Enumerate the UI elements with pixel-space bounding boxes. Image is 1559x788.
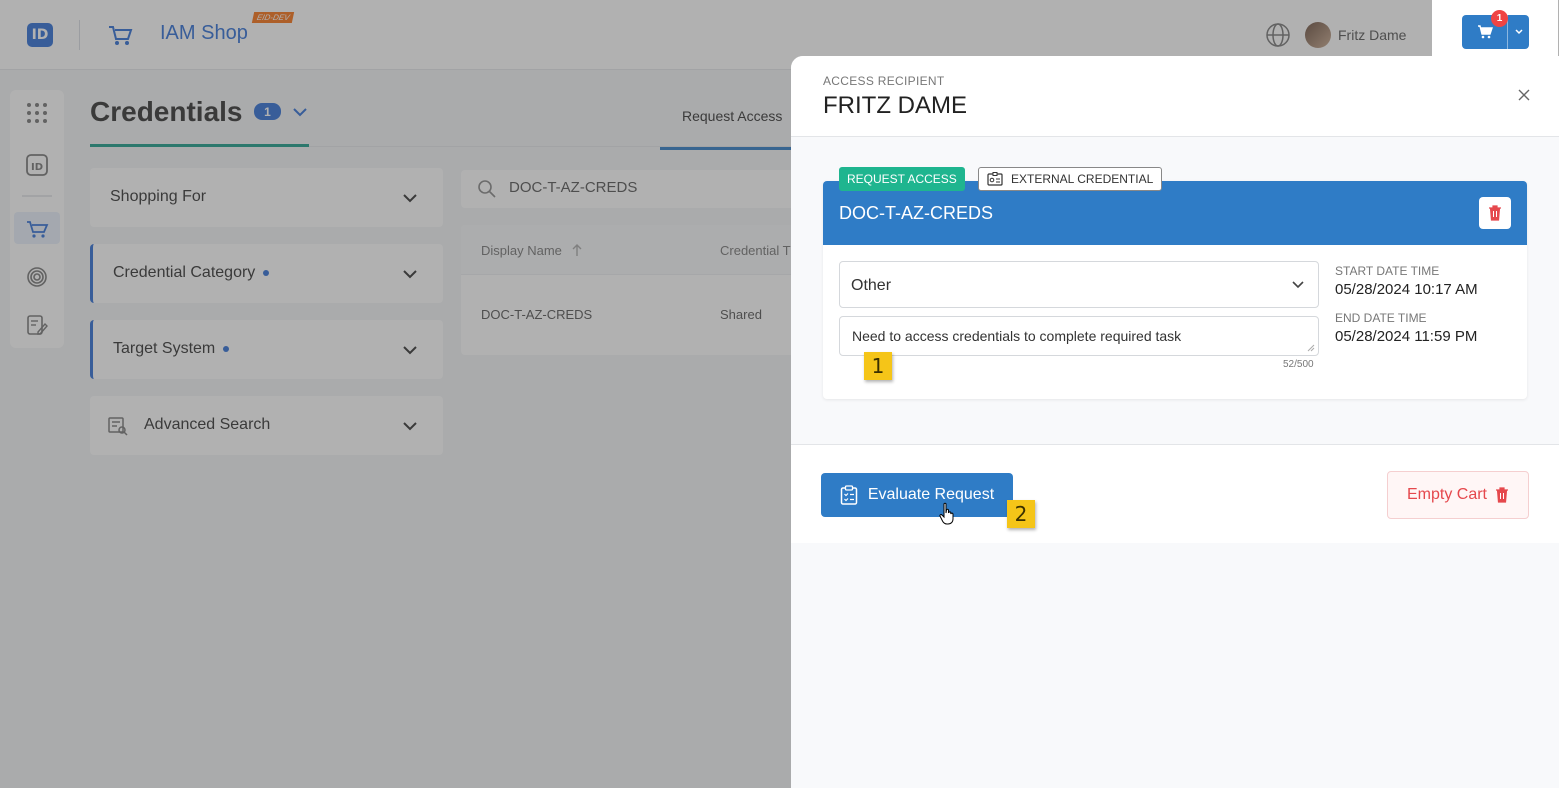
close-button[interactable] — [1515, 86, 1533, 104]
evaluate-request-label: Evaluate Request — [867, 486, 995, 503]
hand-cursor-icon — [939, 502, 954, 525]
trash-icon — [1489, 205, 1501, 221]
reason-selected-value: Other — [851, 277, 892, 294]
shopping-cart-icon — [1477, 25, 1493, 39]
justification-field[interactable]: Need to access credentials to complete r… — [839, 316, 1319, 356]
step-marker-1: 1 — [864, 352, 892, 380]
cart-count-badge: 1 — [1491, 10, 1508, 27]
credential-type-tag: EXTERNAL CREDENTIAL — [978, 167, 1163, 191]
end-date-label: END DATE TIME — [1335, 311, 1427, 325]
step-marker-2: 2 — [1007, 500, 1035, 528]
empty-cart-button[interactable]: Empty Cart — [1387, 471, 1529, 519]
cart-container: 1 — [1432, 0, 1558, 64]
remove-item-button[interactable] — [1479, 197, 1511, 229]
start-date-label: START DATE TIME — [1335, 264, 1440, 278]
access-recipient-label: ACCESS RECIPIENT — [823, 74, 945, 88]
id-badge-icon — [987, 172, 1003, 186]
justification-input[interactable]: Need to access credentials to complete r… — [852, 328, 1302, 344]
credential-type-label: EXTERNAL CREDENTIAL — [1011, 172, 1154, 186]
chevron-down-icon — [1292, 281, 1304, 289]
cart-item-name: DOC-T-AZ-CREDS — [839, 203, 993, 223]
end-date-value: 05/28/2024 11:59 PM — [1335, 328, 1478, 345]
start-date-value: 05/28/2024 10:17 AM — [1335, 281, 1478, 298]
chevron-down-icon — [1514, 29, 1523, 35]
cart-button[interactable]: 1 — [1462, 10, 1529, 49]
request-access-tag: REQUEST ACCESS — [839, 167, 965, 191]
cart-dropdown-button[interactable] — [1508, 15, 1529, 49]
evaluate-request-button[interactable]: Evaluate Request — [821, 473, 1013, 517]
empty-cart-label: Empty Cart — [1406, 486, 1487, 503]
character-count: 52/500 — [1283, 359, 1314, 370]
trash-icon — [1496, 487, 1508, 503]
access-recipient-name: FRITZ DAME — [823, 92, 967, 119]
cart-item-card: DOC-T-AZ-CREDS Other Need to access cred… — [823, 181, 1527, 399]
cart-drawer: ACCESS RECIPIENT FRITZ DAME REQUEST ACCE… — [791, 56, 1559, 788]
close-icon — [1518, 89, 1530, 101]
drawer-header: ACCESS RECIPIENT FRITZ DAME — [791, 56, 1559, 137]
drawer-footer: Evaluate Request Empty Cart — [791, 444, 1559, 543]
resize-handle-icon[interactable] — [1307, 344, 1315, 352]
clipboard-check-icon — [840, 485, 858, 505]
reason-select[interactable]: Other — [839, 261, 1319, 308]
